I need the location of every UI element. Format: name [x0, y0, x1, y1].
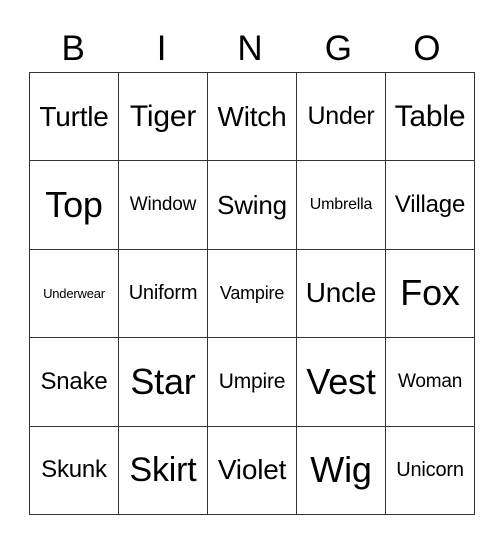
- header-letter-g: G: [324, 29, 353, 68]
- header-letter-i: I: [156, 29, 167, 68]
- bingo-cell[interactable]: Unicorn: [385, 425, 475, 516]
- header-letter-b: B: [61, 29, 85, 68]
- bingo-cell[interactable]: Umpire: [207, 337, 297, 427]
- bingo-cell[interactable]: Witch: [207, 71, 297, 162]
- bingo-cell[interactable]: Star: [118, 337, 208, 427]
- bingo-cell[interactable]: Underwear: [29, 248, 119, 339]
- bingo-cell[interactable]: Swing: [207, 160, 297, 250]
- bingo-cell[interactable]: Violet: [207, 425, 297, 516]
- bingo-cell[interactable]: Skirt: [118, 425, 208, 516]
- header-letter-n: N: [237, 29, 263, 68]
- grid-row: Skunk Skirt Violet Wig Unicorn: [29, 425, 475, 516]
- bingo-header: B I N G O: [29, 26, 471, 72]
- bingo-cell[interactable]: Umbrella: [296, 160, 386, 250]
- bingo-cell[interactable]: Snake: [29, 337, 119, 427]
- grid-row: Underwear Uniform Vampire Uncle Fox: [29, 248, 475, 339]
- grid-row: Snake Star Umpire Vest Woman: [29, 337, 475, 427]
- bingo-cell[interactable]: Woman: [385, 337, 475, 427]
- grid-row: Turtle Tiger Witch Under Table: [29, 71, 475, 162]
- bingo-cell[interactable]: Village: [385, 160, 475, 250]
- grid-row: Top Window Swing Umbrella Village: [29, 160, 475, 250]
- bingo-cell[interactable]: Under: [296, 71, 386, 162]
- header-letter-o: O: [413, 29, 441, 68]
- bingo-cell[interactable]: Turtle: [29, 71, 119, 162]
- bingo-cell[interactable]: Table: [385, 71, 475, 162]
- bingo-cell[interactable]: Skunk: [29, 425, 119, 516]
- bingo-cell[interactable]: Fox: [385, 248, 475, 339]
- bingo-cell[interactable]: Vest: [296, 337, 386, 427]
- bingo-cell[interactable]: Wig: [296, 425, 386, 516]
- bingo-cell[interactable]: Tiger: [118, 71, 208, 162]
- bingo-grid: Turtle Tiger Witch Under Table Top Window Swing…: [29, 71, 475, 516]
- bingo-cell[interactable]: Uniform: [118, 248, 208, 339]
- bingo-cell[interactable]: Vampire: [207, 248, 297, 339]
- bingo-cell[interactable]: Uncle: [296, 248, 386, 339]
- bingo-cell[interactable]: Window: [118, 160, 208, 250]
- bingo-cell[interactable]: Top: [29, 160, 119, 250]
